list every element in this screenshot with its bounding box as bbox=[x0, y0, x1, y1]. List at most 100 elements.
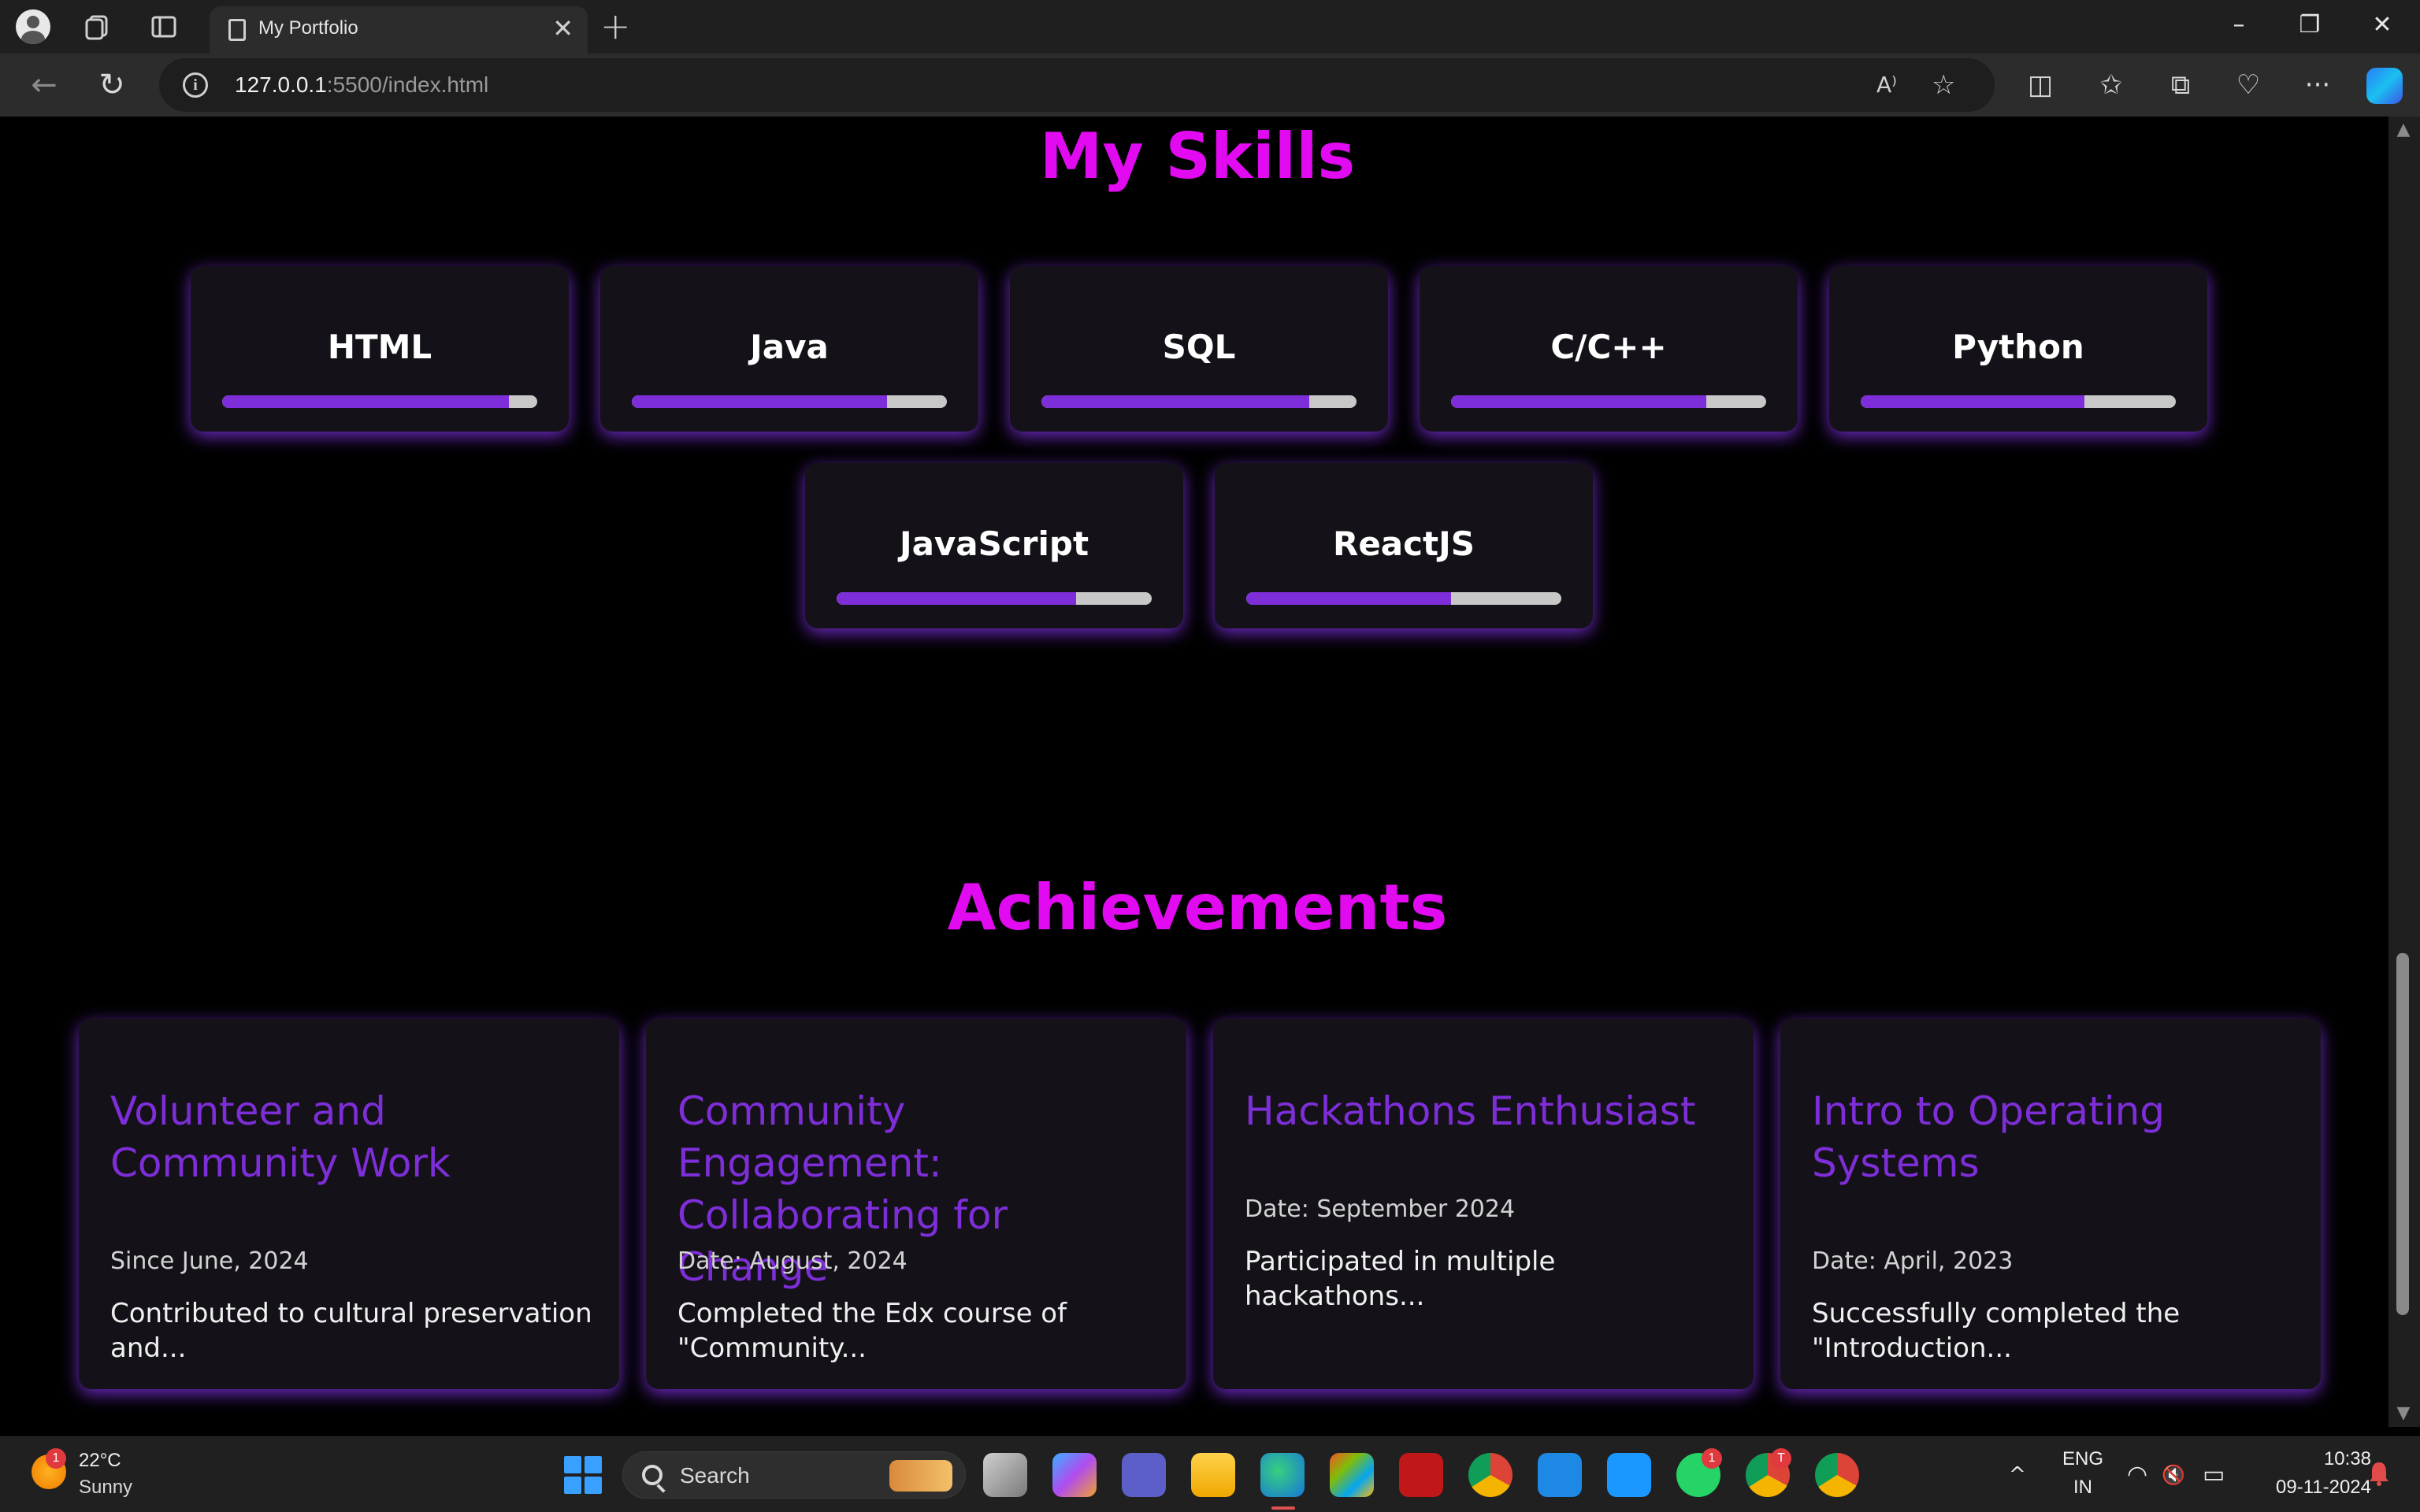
browser-tab-bar: My Portfolio ✕ + – ❐ ✕ bbox=[0, 0, 2420, 54]
achievement-card[interactable]: Hackathons Enthusiast Date: September 202… bbox=[1213, 1019, 1754, 1389]
achievement-card[interactable]: Intro to Operating Systems Date: April, 2… bbox=[1780, 1019, 2321, 1389]
favorite-star-icon[interactable]: ☆ bbox=[1932, 69, 1955, 101]
read-aloud-icon[interactable]: A⁾ bbox=[1876, 69, 1897, 101]
weather-temperature[interactable]: 22°C bbox=[79, 1450, 121, 1472]
skill-card: HTML bbox=[191, 266, 569, 432]
skill-progress-fill bbox=[632, 395, 887, 408]
collections-icon[interactable]: ⧉ bbox=[2162, 66, 2199, 104]
skill-progress-bar bbox=[1246, 592, 1561, 605]
weather-badge: 1 bbox=[46, 1448, 66, 1469]
skills-heading: My Skills bbox=[1039, 120, 1356, 193]
achievement-date: Date: April, 2023 bbox=[1812, 1247, 2014, 1275]
new-tab-button[interactable]: + bbox=[600, 6, 631, 46]
weather-condition[interactable]: Sunny bbox=[79, 1477, 132, 1499]
site-info-icon[interactable]: i bbox=[183, 72, 208, 98]
tab-my-portfolio[interactable]: My Portfolio ✕ bbox=[210, 6, 588, 54]
achievement-description: Contributed to cultural preservation and… bbox=[110, 1298, 592, 1364]
scroll-thumb[interactable] bbox=[2396, 953, 2409, 1315]
language-line2[interactable]: IN bbox=[2053, 1477, 2113, 1499]
volume-muted-icon[interactable]: 🔇 bbox=[2162, 1459, 2185, 1491]
skill-name: Python bbox=[1952, 328, 2084, 366]
start-button[interactable] bbox=[564, 1456, 602, 1494]
close-window-button[interactable]: ✕ bbox=[2359, 9, 2406, 41]
favorites-icon[interactable]: ✩ bbox=[2092, 66, 2130, 104]
profile-button[interactable] bbox=[14, 8, 52, 46]
vertical-tabs-button[interactable] bbox=[145, 8, 183, 46]
skill-card: Java bbox=[600, 266, 978, 432]
skill-progress-bar bbox=[837, 592, 1152, 605]
search-highlight-image bbox=[889, 1460, 952, 1492]
achievement-description: Successfully completed the "Introduction… bbox=[1812, 1298, 2181, 1364]
skill-progress-fill bbox=[1246, 592, 1451, 605]
language-line1[interactable]: ENG bbox=[2053, 1448, 2113, 1470]
vertical-tabs-icon bbox=[151, 16, 176, 38]
copilot-app-icon[interactable] bbox=[1052, 1453, 1097, 1497]
skill-name: SQL bbox=[1162, 328, 1236, 366]
url-text[interactable]: 127.0.0.1:5500/index.html bbox=[235, 72, 488, 98]
skill-progress-fill bbox=[837, 592, 1076, 605]
reload-button[interactable]: ↻ bbox=[93, 66, 131, 104]
achievement-date: Date: September 2024 bbox=[1245, 1195, 1516, 1223]
address-bar[interactable]: i 127.0.0.1:5500/index.html A⁾ ☆ bbox=[159, 58, 1995, 112]
edge-active-indicator bbox=[1271, 1506, 1295, 1510]
mcafee-icon[interactable] bbox=[1399, 1453, 1443, 1497]
split-screen-icon[interactable]: ◫ bbox=[2021, 66, 2059, 104]
chrome-profile-1-icon[interactable] bbox=[1468, 1453, 1512, 1497]
achievement-date: Since June, 2024 bbox=[110, 1247, 309, 1275]
achievement-card[interactable]: Community Engagement: Collaborating for … bbox=[646, 1019, 1186, 1389]
task-view-icon[interactable] bbox=[983, 1453, 1027, 1497]
scroll-up-arrow-icon[interactable]: ▲ bbox=[2395, 120, 2412, 139]
skill-name: C/C++ bbox=[1550, 328, 1667, 366]
achievement-title[interactable]: Intro to Operating Systems bbox=[1812, 1085, 2300, 1189]
microsoft-store-icon[interactable] bbox=[1330, 1453, 1374, 1497]
notification-bell-icon[interactable] bbox=[2368, 1461, 2390, 1486]
achievement-card[interactable]: Volunteer and Community Work Since June, … bbox=[79, 1019, 619, 1389]
clock-time[interactable]: 10:38 bbox=[2245, 1448, 2371, 1470]
copilot-icon[interactable] bbox=[2366, 68, 2403, 104]
search-icon bbox=[642, 1465, 663, 1485]
taskbar-search-label: Search bbox=[680, 1463, 750, 1488]
back-button[interactable]: ← bbox=[25, 66, 63, 104]
wifi-icon[interactable]: ◠ bbox=[2127, 1459, 2147, 1491]
skill-progress-bar bbox=[1451, 395, 1766, 408]
achievement-date: Date: August, 2024 bbox=[677, 1247, 908, 1275]
skill-name: Java bbox=[750, 328, 829, 366]
page-icon bbox=[228, 19, 246, 41]
scroll-down-arrow-icon[interactable]: ▼ bbox=[2395, 1403, 2412, 1423]
battery-icon[interactable]: ▭ bbox=[2203, 1459, 2225, 1491]
skill-progress-bar bbox=[222, 395, 537, 408]
achievement-title[interactable]: Volunteer and Community Work bbox=[110, 1085, 599, 1189]
clock-date[interactable]: 09-11-2024 bbox=[2245, 1477, 2371, 1499]
edge-icon[interactable] bbox=[1260, 1453, 1305, 1497]
skill-progress-fill bbox=[1041, 395, 1309, 408]
browser-essentials-icon[interactable]: ♡ bbox=[2229, 66, 2267, 104]
skill-progress-fill bbox=[1861, 395, 2084, 408]
desktop: My Portfolio ✕ + – ❐ ✕ ← ↻ i 127.0.0.1:5… bbox=[0, 0, 2420, 1512]
taskbar-search[interactable]: Search bbox=[622, 1451, 966, 1499]
minimize-button[interactable]: – bbox=[2215, 9, 2262, 41]
teams-icon[interactable] bbox=[1122, 1453, 1166, 1497]
vscode-icon[interactable] bbox=[1538, 1453, 1582, 1497]
close-tab-icon[interactable]: ✕ bbox=[552, 14, 573, 43]
skill-card: C/C++ bbox=[1420, 266, 1798, 432]
skill-progress-fill bbox=[1451, 395, 1706, 408]
achievements-heading: Achievements bbox=[947, 871, 1448, 944]
whatsapp-badge: 1 bbox=[1702, 1448, 1722, 1469]
chrome-profile-3-icon[interactable] bbox=[1815, 1453, 1859, 1497]
file-explorer-icon[interactable] bbox=[1191, 1453, 1235, 1497]
skill-name: HTML bbox=[327, 328, 432, 366]
show-hidden-icons-icon[interactable]: ^ bbox=[2009, 1459, 2026, 1491]
profile-icon bbox=[16, 9, 50, 44]
prime-video-icon[interactable] bbox=[1607, 1453, 1651, 1497]
skill-card: Python bbox=[1829, 266, 2207, 432]
page-scrollbar[interactable]: ▲ ▼ bbox=[2388, 117, 2420, 1427]
skill-card: ReactJS bbox=[1215, 463, 1593, 628]
achievement-description: Participated in multiple hackathons... bbox=[1245, 1246, 1556, 1312]
skill-card: SQL bbox=[1010, 266, 1388, 432]
restore-button[interactable]: ❐ bbox=[2286, 9, 2333, 41]
skill-card: JavaScript bbox=[805, 463, 1183, 628]
workspaces-button[interactable] bbox=[79, 8, 117, 46]
achievement-description: Completed the Edx course of "Community..… bbox=[677, 1298, 1067, 1364]
more-options-icon[interactable]: ··· bbox=[2299, 66, 2336, 104]
achievement-title[interactable]: Hackathons Enthusiast bbox=[1245, 1085, 1733, 1137]
